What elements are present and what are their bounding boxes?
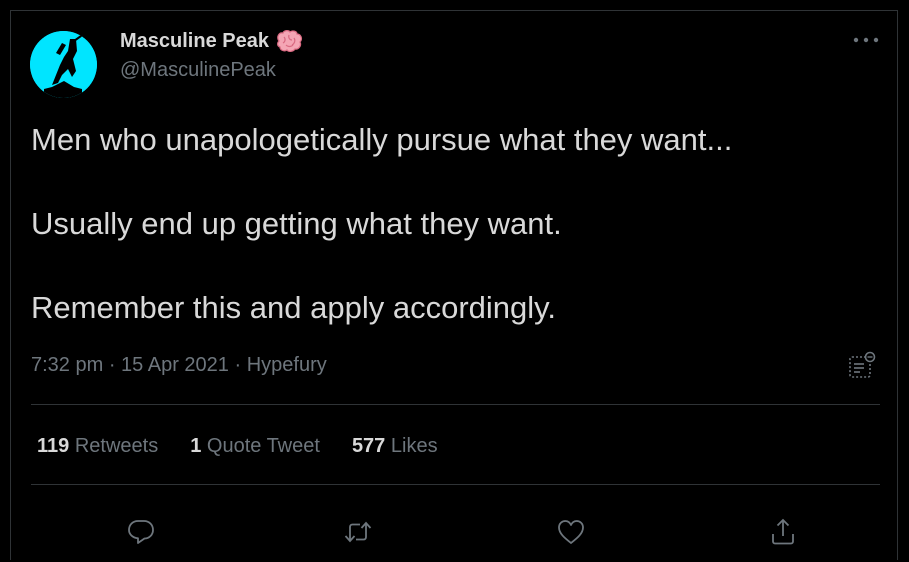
author-handle[interactable]: @MasculinePeak	[120, 59, 276, 82]
share-button[interactable]	[766, 515, 800, 549]
tweet-paragraph: Usually end up getting what they want.	[31, 206, 562, 241]
tweet-meta: 7:32 pm · 15 Apr 2021 · Hypefury	[31, 354, 327, 377]
likes-count: 577	[351, 435, 386, 457]
likes-label: Likes	[390, 435, 438, 457]
tweet-paragraph: Men who unapologetically pursue what the…	[31, 122, 733, 157]
tweet-time[interactable]: 7:32 pm	[31, 354, 103, 376]
share-icon	[772, 518, 794, 545]
more-icon	[853, 37, 879, 43]
quotes-stat[interactable]: 1 Quote Tweet	[190, 435, 320, 458]
tweet-text: Men who unapologetically pursue what the…	[31, 119, 871, 329]
tweet-paragraph: Remember this and apply accordingly.	[31, 290, 556, 325]
author-name[interactable]: Masculine Peak	[120, 29, 303, 53]
tweet-date[interactable]: 15 Apr 2021	[121, 354, 229, 376]
divider	[31, 484, 880, 485]
analytics-button[interactable]	[847, 351, 877, 381]
like-icon	[558, 520, 584, 544]
quotes-count: 1	[190, 435, 202, 457]
retweet-button[interactable]	[341, 515, 375, 549]
analytics-icon	[849, 351, 876, 378]
retweets-label: Retweets	[74, 435, 159, 457]
retweets-stat[interactable]: 119 Retweets	[37, 435, 158, 458]
tweet-card: Masculine Peak @MasculinePeak Men who un…	[10, 10, 898, 560]
climber-logo-icon	[30, 31, 97, 98]
quotes-label: Quote Tweet	[206, 435, 320, 457]
tweet-actions	[31, 501, 880, 561]
reply-icon	[128, 520, 154, 544]
likes-stat[interactable]: 577 Likes	[352, 435, 438, 458]
tweet-stats: 119 Retweets 1 Quote Tweet 577 Likes	[37, 435, 470, 458]
brain-emoji-icon	[276, 30, 302, 52]
meta-separator: ·	[108, 354, 122, 376]
like-button[interactable]	[554, 515, 588, 549]
meta-separator: ·	[234, 354, 247, 376]
more-options-button[interactable]	[846, 27, 886, 53]
retweet-icon	[344, 521, 372, 543]
divider	[31, 404, 880, 405]
avatar[interactable]	[30, 31, 97, 98]
reply-button[interactable]	[124, 515, 158, 549]
retweets-count: 119	[37, 435, 70, 457]
tweet-source[interactable]: Hypefury	[247, 354, 327, 376]
author-name-text: Masculine Peak	[120, 29, 269, 52]
